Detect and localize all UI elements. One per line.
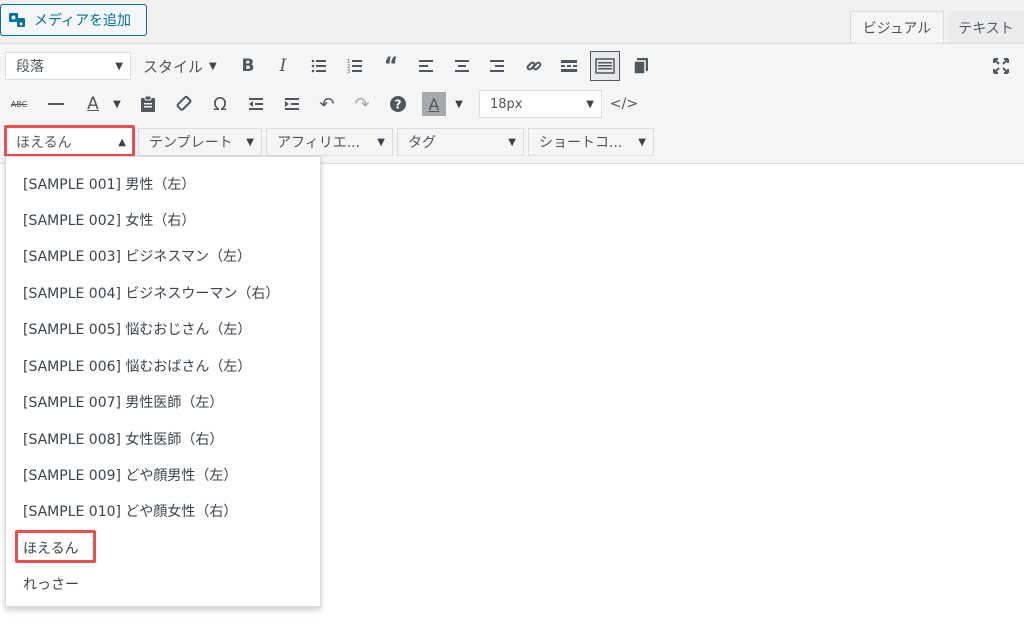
dropdown-item[interactable]: [SAMPLE 003] ビジネスマン（左） (23, 246, 251, 266)
strikethrough-icon[interactable]: ABC (5, 90, 33, 118)
dropdown-item[interactable]: [SAMPLE 002] 女性（右） (23, 210, 195, 230)
svg-text:3: 3 (347, 69, 350, 74)
highlight-box (15, 530, 96, 563)
editor-toolbar: 段落 ▼ スタイル ▼ B I 123 “ ABC A ▼ Ω ↶ ↷ ? A … (0, 43, 1024, 164)
template-select[interactable]: テンプレート ▼ (138, 128, 262, 156)
style-menu[interactable]: スタイル ▼ (143, 56, 217, 76)
template-label: テンプレート (149, 135, 233, 151)
tab-visual[interactable]: ビジュアル (850, 11, 944, 44)
dropdown-item[interactable]: [SAMPLE 004] ビジネスウーマン（右） (23, 283, 279, 303)
style-menu-label: スタイル (143, 57, 204, 76)
format-select[interactable]: 段落 ▼ (5, 52, 131, 80)
fullscreen-icon[interactable] (987, 52, 1015, 80)
redo-icon[interactable]: ↷ (348, 90, 376, 118)
chevron-down-icon: ▼ (377, 136, 385, 148)
undo-icon[interactable]: ↶ (313, 90, 341, 118)
chevron-down-icon: ▼ (209, 60, 217, 72)
indent-icon[interactable] (278, 90, 306, 118)
add-media-label: メディアを追加 (34, 13, 132, 29)
dropdown-item[interactable]: [SAMPLE 001] 男性（左） (23, 174, 195, 194)
add-media-button[interactable]: メディアを追加 (0, 4, 147, 36)
outdent-icon[interactable] (242, 90, 270, 118)
affiliate-label: アフィリエ... (277, 135, 361, 151)
dropdown-item[interactable]: [SAMPLE 009] どや顔男性（左） (23, 465, 237, 485)
link-icon[interactable] (520, 52, 548, 80)
chevron-down-icon: ▼ (586, 98, 594, 110)
format-select-value: 段落 (16, 59, 44, 75)
background-color-icon[interactable]: A (422, 92, 446, 116)
chevron-down-icon: ▼ (508, 136, 516, 148)
media-icon (8, 11, 26, 29)
chevron-down-icon: ▼ (246, 136, 254, 148)
affiliate-select[interactable]: アフィリエ... ▼ (266, 128, 393, 156)
numbered-list-icon[interactable]: 123 (341, 52, 369, 80)
dropdown-item[interactable]: [SAMPLE 006] 悩むおばさん（左） (23, 356, 251, 376)
text-color-icon[interactable]: A (79, 90, 107, 118)
clear-formatting-icon[interactable] (170, 90, 198, 118)
chevron-down-icon: ▼ (115, 60, 123, 72)
italic-icon[interactable]: I (269, 52, 297, 80)
bullet-list-icon[interactable] (305, 52, 333, 80)
font-size-select[interactable]: 18px ▼ (479, 90, 602, 118)
tab-text[interactable]: テキスト (948, 11, 1024, 44)
read-more-icon[interactable] (555, 52, 583, 80)
shortcode-select[interactable]: ショートコ... ▼ (528, 128, 654, 156)
highlight-box (4, 125, 135, 157)
toolbar-toggle-icon[interactable] (590, 51, 620, 81)
tag-label: タグ (408, 135, 436, 151)
align-left-icon[interactable] (412, 52, 440, 80)
align-center-icon[interactable] (448, 52, 476, 80)
dropdown-item[interactable]: [SAMPLE 010] どや顔女性（右） (23, 501, 237, 521)
dropdown-item[interactable]: [SAMPLE 007] 男性医師（左） (23, 392, 223, 412)
copy-icon[interactable] (627, 52, 655, 80)
font-size-value: 18px (490, 96, 523, 112)
chevron-down-icon[interactable]: ▼ (111, 99, 123, 110)
dropdown-item[interactable]: [SAMPLE 008] 女性医師（右） (23, 429, 223, 449)
special-character-icon[interactable]: Ω (206, 90, 234, 118)
editor-header: メディアを追加 ビジュアル テキスト (0, 0, 1024, 44)
align-right-icon[interactable] (483, 52, 511, 80)
dropdown-item[interactable]: れっさー (23, 574, 79, 594)
blockquote-icon[interactable]: “ (377, 52, 405, 80)
svg-text:?: ? (395, 98, 402, 112)
shortcode-label: ショートコ... (539, 135, 623, 151)
tag-select[interactable]: タグ ▼ (397, 128, 524, 156)
bold-icon[interactable]: B (234, 52, 262, 80)
paste-text-icon[interactable] (134, 90, 162, 118)
chevron-down-icon[interactable]: ▼ (453, 99, 465, 110)
chevron-down-icon: ▼ (638, 136, 646, 148)
dropdown-item[interactable]: [SAMPLE 005] 悩むおじさん（左） (23, 319, 251, 339)
code-icon[interactable]: </> (610, 90, 638, 118)
horizontal-line-icon[interactable] (42, 90, 70, 118)
help-icon[interactable]: ? (384, 90, 412, 118)
